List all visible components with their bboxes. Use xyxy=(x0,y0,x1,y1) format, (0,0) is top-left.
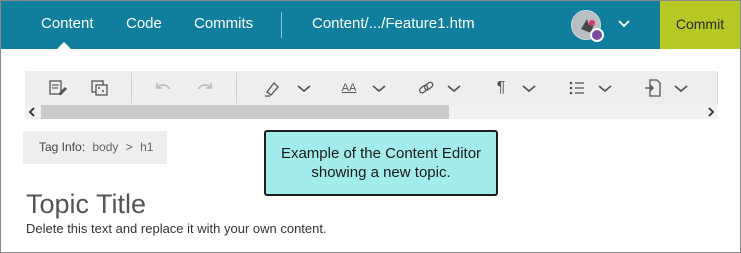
toolbar-separator xyxy=(131,73,132,103)
list-icon[interactable] xyxy=(566,78,588,98)
scroll-right-arrow-icon[interactable] xyxy=(704,105,718,119)
highlighter-icon[interactable] xyxy=(261,78,283,98)
content-editor-window: Content Code Commits Content/.../Feature… xyxy=(0,0,741,253)
highlight-dropdown-chevron-icon[interactable] xyxy=(293,78,315,98)
avatar-status-badge xyxy=(590,28,604,42)
tab-commits[interactable]: Commits xyxy=(194,1,253,49)
active-tab-indicator xyxy=(57,42,71,49)
tab-code[interactable]: Code xyxy=(126,1,162,49)
tags-icon[interactable] xyxy=(88,78,110,98)
font-size-icon[interactable]: AA xyxy=(338,78,360,98)
redo-icon[interactable] xyxy=(193,78,215,98)
chevron-down-icon[interactable] xyxy=(616,16,632,37)
tag-crumb-h1[interactable]: h1 xyxy=(140,140,153,154)
scroll-left-arrow-icon[interactable] xyxy=(25,105,39,119)
tag-crumb-separator: > xyxy=(125,140,133,154)
callout-line-1: Example of the Content Editor xyxy=(280,145,482,162)
nav-divider xyxy=(281,12,282,38)
file-path-breadcrumb[interactable]: Content/.../Feature1.htm xyxy=(312,1,475,47)
tag-crumb-body[interactable]: body xyxy=(92,140,118,154)
topic-body-text[interactable]: Delete this text and replace it with you… xyxy=(26,221,327,237)
commit-button[interactable]: Commit xyxy=(660,1,740,49)
link-icon[interactable] xyxy=(415,78,437,98)
editor-toolbar: AA ¶ xyxy=(25,71,718,105)
annotation-callout: Example of the Content Editor showing a … xyxy=(264,130,498,196)
list-dropdown-chevron-icon[interactable] xyxy=(594,78,616,98)
edit-note-icon[interactable] xyxy=(47,78,69,98)
toolbar-separator xyxy=(717,73,718,103)
link-dropdown-chevron-icon[interactable] xyxy=(443,78,465,98)
insert-dropdown-chevron-icon[interactable] xyxy=(670,78,692,98)
top-nav-bar: Content Code Commits Content/.../Feature… xyxy=(1,1,740,49)
callout-line-2: showing a new topic. xyxy=(311,164,451,181)
toolbar-separator xyxy=(236,73,237,103)
undo-icon[interactable] xyxy=(153,78,175,98)
tag-info-bar: Tag Info: body > h1 xyxy=(23,131,167,164)
insert-file-icon[interactable] xyxy=(642,78,664,98)
font-size-dropdown-chevron-icon[interactable] xyxy=(368,78,390,98)
paragraph-icon[interactable]: ¶ xyxy=(490,78,512,98)
tag-info-label: Tag Info: xyxy=(39,140,86,154)
topic-title-heading[interactable]: Topic Title xyxy=(26,187,146,221)
toolbar-scrollbar-thumb[interactable] xyxy=(41,105,449,119)
paragraph-dropdown-chevron-icon[interactable] xyxy=(518,78,540,98)
